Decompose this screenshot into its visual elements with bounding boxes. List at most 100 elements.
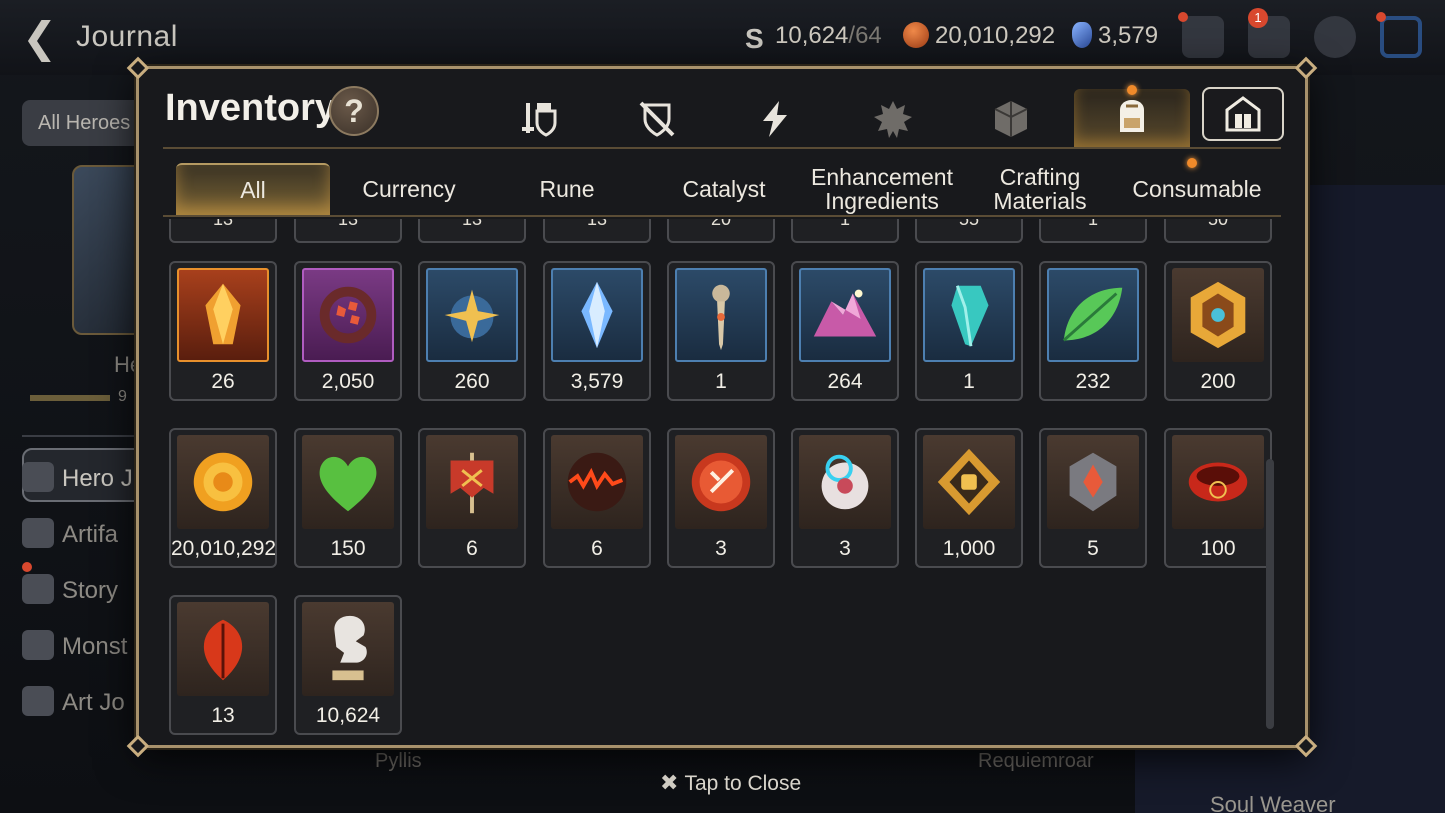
inventory-slot-skystone-knight[interactable]: 10,624: [294, 595, 402, 735]
tab-artifacts[interactable]: [720, 91, 830, 147]
teal-gem-icon: [923, 268, 1015, 362]
close-label: Tap to Close: [684, 772, 802, 795]
menu-art-journal[interactable]: Art Jo: [22, 686, 125, 717]
tab-materials[interactable]: [956, 91, 1066, 147]
hero-filter-dropdown[interactable]: All Heroes: [22, 100, 152, 146]
item-quantity: 13: [212, 219, 234, 229]
inventory-slot-green-leaf[interactable]: 232: [1039, 261, 1147, 401]
inventory-slot-red-banner[interactable]: 6: [418, 428, 526, 568]
item-quantity: 1: [715, 370, 727, 393]
tab-divider: [163, 147, 1281, 149]
inventory-slot-partial[interactable]: 13: [418, 219, 526, 243]
menu-grid-icon[interactable]: [1380, 16, 1422, 58]
item-quantity: 6: [466, 537, 478, 560]
inventory-slot-partial[interactable]: 13: [543, 219, 651, 243]
menu-hero-journal[interactable]: Hero J: [22, 462, 133, 493]
item-quantity: 260: [454, 370, 490, 393]
inventory-slot-green-heart[interactable]: 150: [294, 428, 402, 568]
inventory-modal: Inventory ? All Currency Rune Catalyst E…: [126, 56, 1318, 758]
tab-items[interactable]: [1074, 89, 1190, 147]
inventory-slot-red-leaf[interactable]: 13: [169, 595, 277, 735]
help-button[interactable]: ?: [329, 86, 379, 136]
green-heart-icon: [302, 435, 394, 529]
inventory-slot-partial[interactable]: 50: [1164, 219, 1272, 243]
item-quantity: 13: [586, 219, 608, 229]
red-moon-charm-icon: [302, 268, 394, 362]
subtab-consumable[interactable]: Consumable: [1119, 163, 1275, 215]
scrollbar[interactable]: [1266, 459, 1274, 729]
spiked-relic-icon: [874, 101, 912, 138]
menu-label: Hero J: [62, 465, 133, 492]
star-medal-icon: [426, 268, 518, 362]
red-seal-icon: [675, 435, 767, 529]
subtab-catalyst[interactable]: Catalyst: [646, 163, 802, 215]
inventory-slot-gold-emblem[interactable]: 200: [1164, 261, 1272, 401]
item-quantity: 3: [839, 537, 851, 560]
tab-equipment[interactable]: [484, 91, 594, 147]
item-quantity: 55: [958, 219, 980, 229]
lava-orb-icon: [551, 435, 643, 529]
item-quantity: 1: [839, 219, 850, 229]
skystone-knight-icon: [302, 602, 394, 696]
gold-coin-icon: [177, 435, 269, 529]
pink-mineral-icon: [799, 268, 891, 362]
inventory-slot-partial[interactable]: 55: [915, 219, 1023, 243]
inventory-slot-partial[interactable]: 13: [294, 219, 402, 243]
tab-unequipped[interactable]: [602, 91, 712, 147]
top-bar: ❮ Journal S 10,624/64 20,010,292 3,579 1: [0, 0, 1445, 75]
inventory-slot-partial[interactable]: 1: [791, 219, 899, 243]
equipment-icon: [522, 103, 557, 137]
inventory-slot-fire-crystal[interactable]: 26: [169, 261, 277, 401]
inventory-slot-robot-pet[interactable]: 3: [791, 428, 899, 568]
menu-story[interactable]: Story: [22, 574, 118, 605]
subtab-rune[interactable]: Rune: [489, 163, 645, 215]
shop-icon[interactable]: [1182, 16, 1224, 58]
menu-monster[interactable]: Monst: [22, 630, 127, 661]
inventory-slot-partial[interactable]: 1: [1039, 219, 1147, 243]
inventory-slot-pink-mineral[interactable]: 264: [791, 261, 899, 401]
item-quantity: 13: [211, 704, 235, 727]
subtab-crafting-materials[interactable]: Crafting Materials: [962, 163, 1118, 215]
inventory-title: Inventory: [165, 87, 337, 129]
page-title: Journal: [76, 20, 178, 53]
item-quantity: 6: [591, 537, 603, 560]
inventory-slot-fist-badge[interactable]: 1,000: [915, 428, 1023, 568]
inventory-slot-star-medal[interactable]: 260: [418, 261, 526, 401]
inventory-slot-partial[interactable]: 20: [667, 219, 775, 243]
notification-dot: [1376, 12, 1386, 22]
item-quantity: 1,000: [942, 537, 996, 560]
chat-icon[interactable]: [1314, 16, 1356, 58]
gold-resource: 20,010,292: [903, 22, 1055, 50]
inventory-slot-lava-orb[interactable]: 6: [543, 428, 651, 568]
tap-to-close[interactable]: ✖ Tap to Close: [660, 770, 801, 796]
skystone-icon: S: [745, 23, 764, 54]
tab-relics[interactable]: [838, 91, 948, 147]
notification-dot: [1127, 85, 1137, 95]
inventory-slot-teal-gem[interactable]: 1: [915, 261, 1023, 401]
inventory-slot-stone-rune[interactable]: 5: [1039, 428, 1147, 568]
inventory-slot-gold-coin[interactable]: 20,010,292: [169, 428, 277, 568]
cube-icon: [994, 101, 1028, 137]
fire-crystal-icon: [177, 268, 269, 362]
item-grid: 13 13 13 13 20 1 55 1 50 26 2,050 260 3,579 1 264 1 232 2…: [163, 219, 1273, 739]
inventory-slot-pendant-charm[interactable]: 1: [667, 261, 775, 401]
subtab-enhancement-ingredients[interactable]: Enhancement Ingredients: [803, 163, 961, 215]
back-arrow-icon[interactable]: ❮: [22, 16, 62, 60]
inventory-slot-blue-crystal[interactable]: 3,579: [543, 261, 651, 401]
menu-artifact[interactable]: Artifa: [22, 518, 118, 549]
tab-storage[interactable]: [1202, 87, 1284, 141]
inventory-slot-red-bracelet[interactable]: 100: [1164, 428, 1272, 568]
item-quantity: 3: [715, 537, 727, 560]
dragon-icon: [22, 630, 54, 660]
inventory-slot-red-seal[interactable]: 3: [667, 428, 775, 568]
subtab-currency[interactable]: Currency: [331, 163, 487, 215]
item-quantity: 13: [337, 219, 359, 229]
item-quantity: 264: [827, 370, 863, 393]
subtab-all[interactable]: All: [176, 163, 330, 215]
item-quantity: 200: [1200, 370, 1236, 393]
inventory-slot-red-moon-charm[interactable]: 2,050: [294, 261, 402, 401]
skystone-limit: /64: [848, 22, 882, 49]
inventory-slot-partial[interactable]: 13: [169, 219, 277, 243]
divider: [22, 435, 134, 437]
item-quantity: 13: [461, 219, 483, 229]
